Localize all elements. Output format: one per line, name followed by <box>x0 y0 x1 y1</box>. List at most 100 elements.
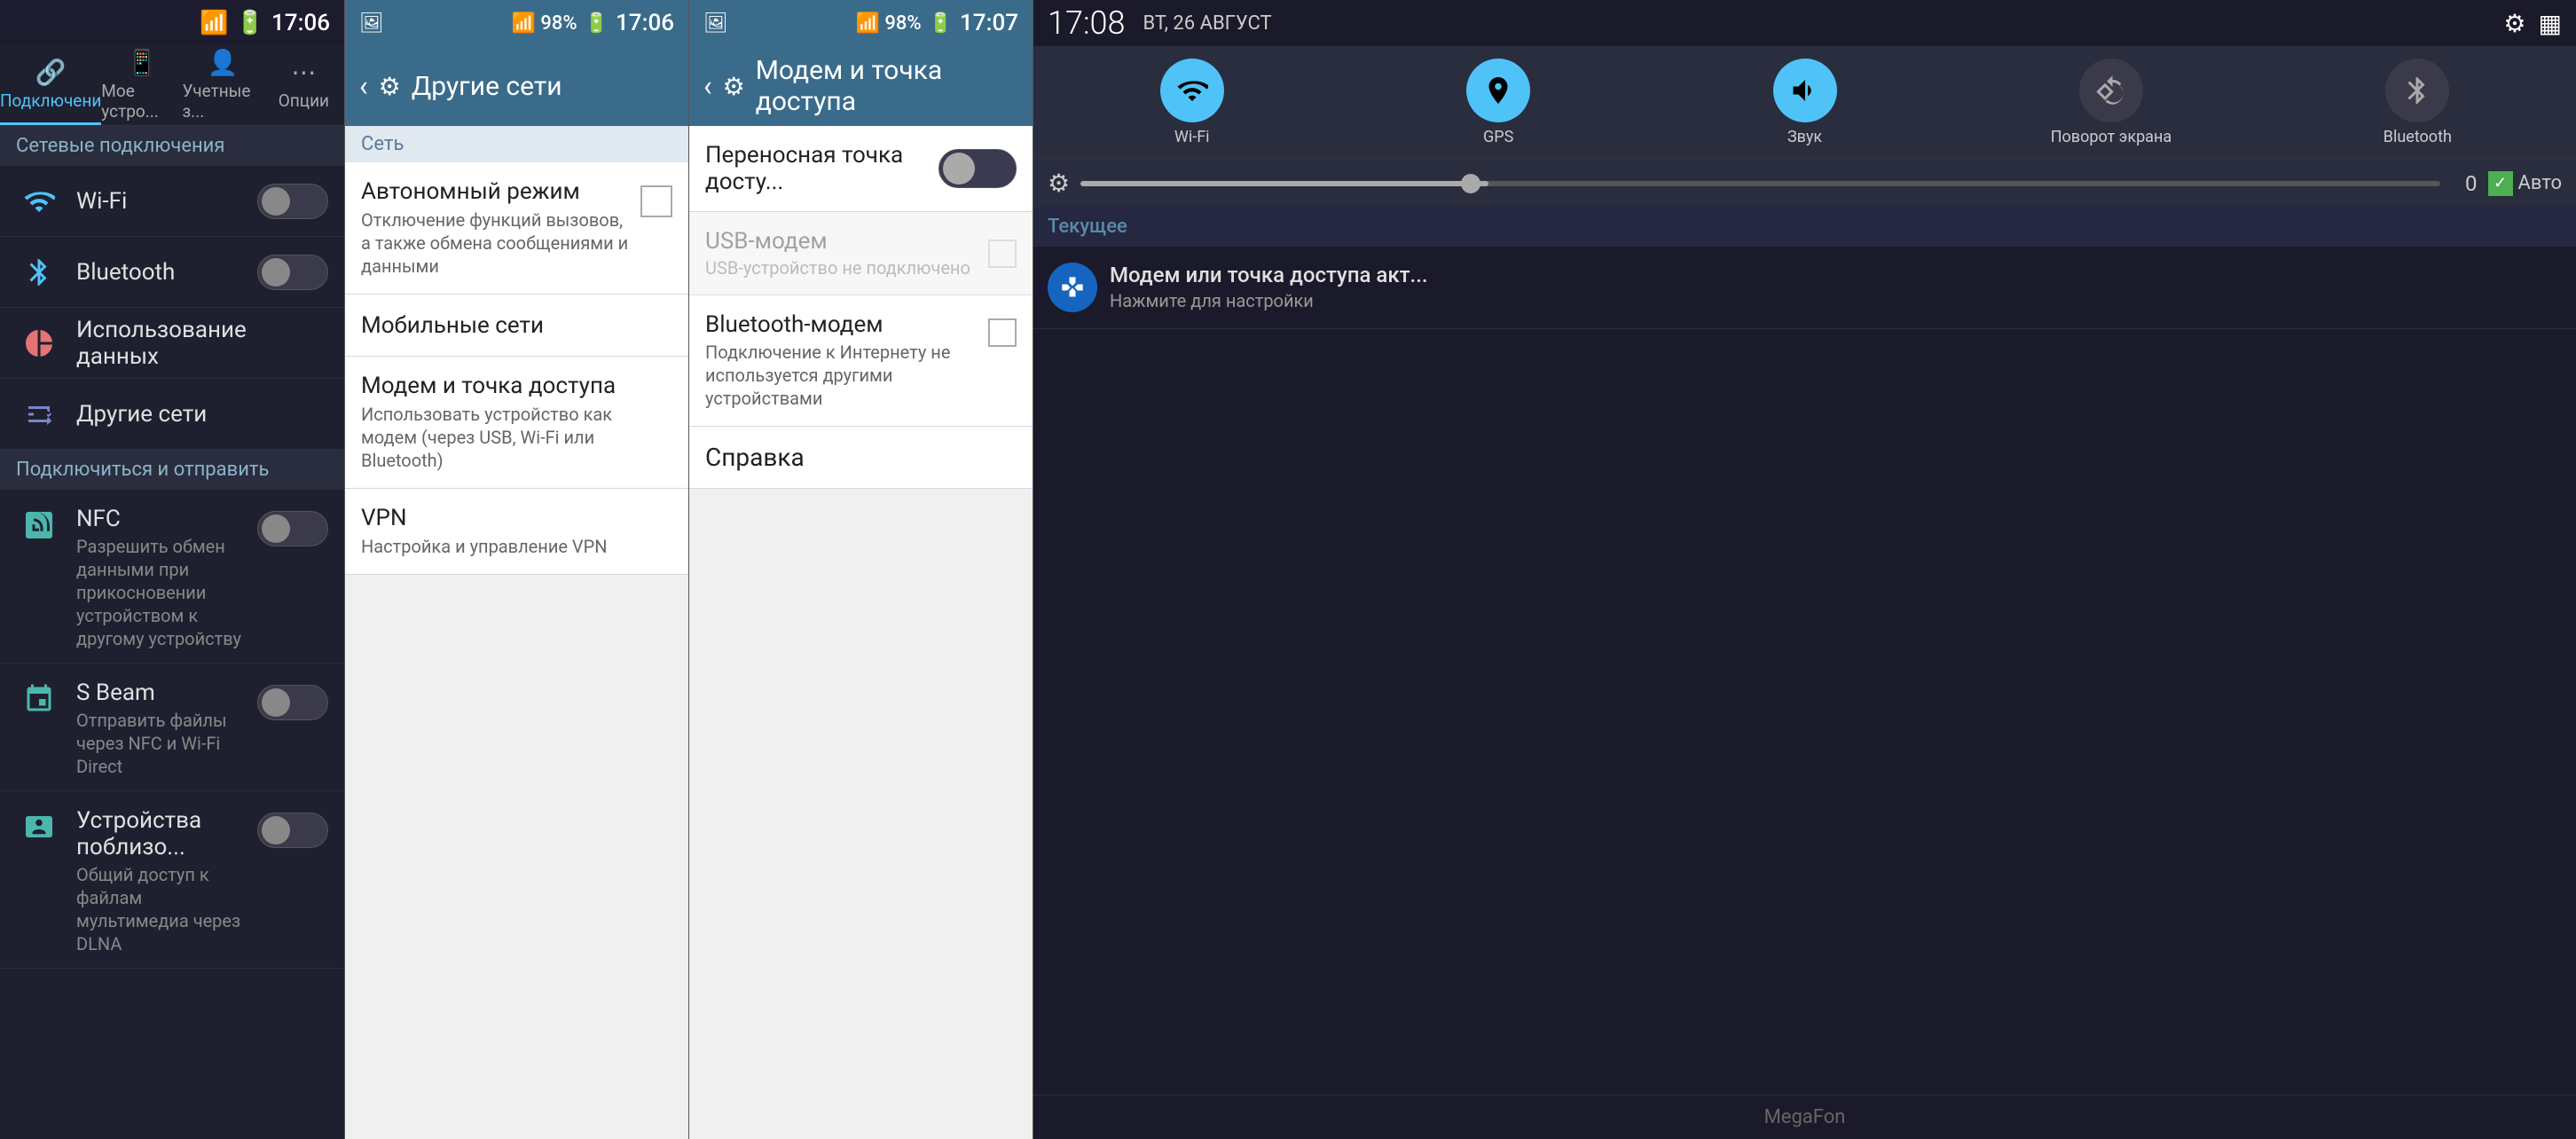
notif-hotspot-icon <box>1048 263 1097 312</box>
nfc-title: NFC <box>76 506 257 532</box>
panel3-header: ‹ ⚙ Модем и точка доступа <box>689 46 1033 126</box>
image-icon-3: 🖼 <box>703 12 728 35</box>
sbeam-toggle[interactable] <box>257 685 328 720</box>
autonomous-checkbox[interactable] <box>640 185 672 217</box>
quick-tile-wifi[interactable]: Wi-Fi <box>1042 59 1341 146</box>
autonomous-title: Автономный режим <box>361 178 632 205</box>
tab-device-label: Мое устро... <box>101 81 182 122</box>
notification-hotspot[interactable]: Модем или точка доступа акт... Нажмите д… <box>1033 247 2576 329</box>
tab-accounts[interactable]: 👤 Учетные з... <box>183 46 263 125</box>
wifi-toggle[interactable] <box>257 184 328 219</box>
notif-hotspot-title: Модем или точка доступа акт... <box>1110 263 2562 287</box>
brightness-settings-icon[interactable]: ⚙ <box>1048 169 1070 198</box>
nearby-title: Устройства поблизо... <box>76 807 257 860</box>
bluetooth-icon <box>16 249 62 295</box>
quick-tile-rotate[interactable]: Поворот экрана <box>1961 59 2260 146</box>
settings-item-nfc[interactable]: NFC Разрешить обмен данными при прикосно… <box>0 490 344 664</box>
mobile-networks-title: Мобильные сети <box>361 312 672 339</box>
nfc-toggle-knob <box>262 515 290 543</box>
sbeam-subtitle: Отправить файлы через NFC и Wi-Fi Direct <box>76 709 257 778</box>
notif-hotspot-subtitle: Нажмите для настройки <box>1110 290 2562 311</box>
back-button-2[interactable]: ‹ <box>359 69 368 103</box>
settings-item-usb-modem[interactable]: USB-модем USB-устройство не подключено <box>689 212 1033 295</box>
auto-brightness-toggle[interactable]: ✓ Авто <box>2488 171 2562 196</box>
time-1: 17:06 <box>271 10 330 36</box>
settings-item-bluetooth[interactable]: Bluetooth <box>0 237 344 308</box>
brightness-fill <box>1080 181 1488 186</box>
vpn-subtitle: Настройка и управление VPN <box>361 535 672 558</box>
tab-connections-label: Подключени <box>0 90 101 111</box>
panel2-header: ‹ ⚙ Другие сети <box>345 46 688 126</box>
brightness-slider[interactable] <box>1080 181 2439 186</box>
time-2: 17:06 <box>616 10 674 36</box>
hotspot-title: Переносная точка досту... <box>705 142 939 195</box>
sbeam-toggle-knob <box>262 688 290 717</box>
other-networks-icon <box>16 391 62 437</box>
quick-tile-bluetooth[interactable]: Bluetooth <box>2268 59 2567 146</box>
rotate-tile-label: Поворот экрана <box>2051 128 2172 146</box>
bluetooth-toggle[interactable] <box>257 255 328 290</box>
autonomous-subtitle: Отключение функций вызовов, а также обме… <box>361 208 632 278</box>
nearby-icon <box>16 804 62 850</box>
wifi-icon <box>16 178 62 224</box>
panel2-title: Другие сети <box>412 71 562 102</box>
settings-item-help[interactable]: Справка <box>689 427 1033 489</box>
nearby-subtitle: Общий доступ к файлам мультимедиа через … <box>76 863 257 955</box>
tab-more-label: Опции <box>279 90 329 111</box>
device-icon: 📱 <box>126 48 157 77</box>
settings-item-modem-hotspot[interactable]: Модем и точка доступа Использовать устро… <box>345 357 688 489</box>
tab-device[interactable]: 📱 Мое устро... <box>101 46 182 125</box>
data-usage-icon <box>16 320 62 366</box>
sound-tile-label: Звук <box>1787 128 1822 146</box>
current-section-header: Текущее <box>1033 207 2576 247</box>
quick-tile-gps[interactable]: GPS <box>1348 59 1647 146</box>
sbeam-icon <box>16 676 62 722</box>
settings-icon-3: ⚙ <box>723 72 745 101</box>
usb-modem-checkbox[interactable] <box>988 240 1017 268</box>
settings-item-wifi[interactable]: Wi-Fi <box>0 166 344 237</box>
bluetooth-title: Bluetooth <box>76 259 257 286</box>
quick-tile-sound[interactable]: Звук <box>1655 59 1954 146</box>
bluetooth-text: Bluetooth <box>76 259 257 286</box>
hotspot-toggle[interactable] <box>939 149 1017 188</box>
settings-item-hotspot[interactable]: Переносная точка досту... <box>689 126 1033 212</box>
settings-icon-4[interactable]: ⚙ <box>2503 9 2525 38</box>
wifi-toggle-knob <box>262 187 290 216</box>
nearby-toggle[interactable] <box>257 813 328 848</box>
nfc-subtitle: Разрешить обмен данными при прикосновени… <box>76 535 257 650</box>
panel3-title: Модем и точка доступа <box>756 55 1018 117</box>
settings-icon-2: ⚙ <box>379 72 401 101</box>
grid-icon-4[interactable]: ▦ <box>2539 9 2562 38</box>
brightness-value: 0 <box>2451 171 2478 196</box>
auto-label: Авто <box>2518 172 2562 194</box>
bluetooth-toggle-knob <box>262 258 290 287</box>
auto-check-icon: ✓ <box>2488 171 2513 196</box>
settings-item-data-usage[interactable]: Использование данных <box>0 308 344 379</box>
nfc-icon <box>16 502 62 548</box>
settings-item-vpn[interactable]: VPN Настройка и управление VPN <box>345 489 688 575</box>
settings-item-sbeam[interactable]: S Beam Отправить файлы через NFC и Wi-Fi… <box>0 664 344 791</box>
panel-quick-settings: 17:08 ВТ, 26 АВГУСТ ⚙ ▦ Wi-Fi GPS <box>1033 0 2576 1139</box>
settings-item-bluetooth-modem[interactable]: Bluetooth-модем Подключение к Интернету … <box>689 295 1033 427</box>
tab-bar: 🔗 Подключени 📱 Мое устро... 👤 Учетные з.… <box>0 46 344 126</box>
settings-item-other-networks[interactable]: Другие сети <box>0 379 344 450</box>
other-networks-text: Другие сети <box>76 401 328 428</box>
sbeam-title: S Beam <box>76 679 257 706</box>
sound-tile-icon <box>1773 59 1837 122</box>
notif-hotspot-text: Модем или точка доступа акт... Нажмите д… <box>1110 263 2562 311</box>
nfc-text: NFC Разрешить обмен данными при прикосно… <box>76 506 257 650</box>
settings-item-nearby[interactable]: Устройства поблизо... Общий доступ к фай… <box>0 791 344 969</box>
battery-2: 🔋 <box>585 12 609 35</box>
nfc-toggle[interactable] <box>257 511 328 546</box>
settings-item-autonomous[interactable]: Автономный режим Отключение функций вызо… <box>345 162 688 295</box>
hotspot-toggle-knob <box>943 153 975 185</box>
settings-item-mobile-networks[interactable]: Мобильные сети <box>345 295 688 357</box>
back-button-3[interactable]: ‹ <box>703 69 712 103</box>
tab-more[interactable]: ⋯ Опции <box>263 46 344 125</box>
tab-connections[interactable]: 🔗 Подключени <box>0 46 101 125</box>
rotate-tile-icon <box>2079 59 2143 122</box>
section-network-2: Сеть <box>345 126 688 162</box>
bluetooth-modem-checkbox[interactable] <box>988 318 1017 347</box>
status-bar-3: 🖼 📶 98% 🔋 17:07 <box>689 0 1033 46</box>
usb-modem-title: USB-модем <box>705 228 988 255</box>
